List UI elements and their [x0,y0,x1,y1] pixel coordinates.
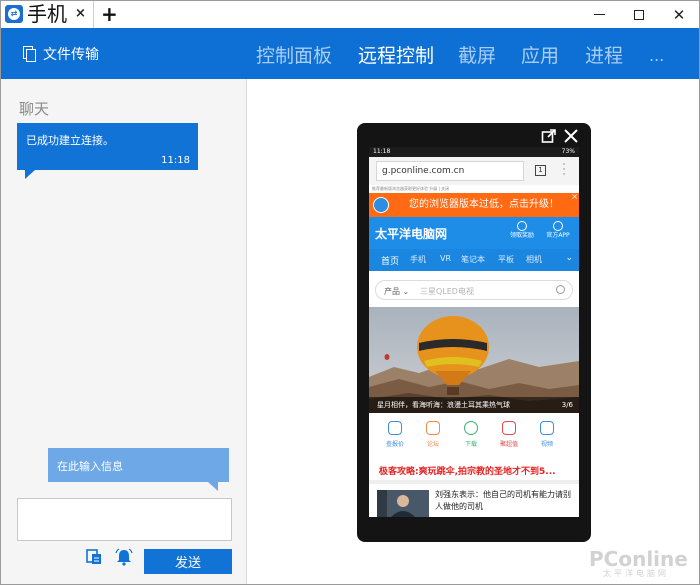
tab-processes[interactable]: 进程 [585,44,623,68]
site-logo[interactable]: 太平洋电脑网 [375,225,447,242]
quick-link-label: 聚超值 [499,441,518,448]
search-icon[interactable] [556,285,565,294]
quick-link-label: 视频 [540,441,553,448]
divider [369,480,579,484]
phone-status-bar: 11:18 73% [369,147,579,157]
browser-menu-icon[interactable]: · · · [562,161,566,180]
new-tab-button[interactable]: + [101,2,118,26]
category-tablet[interactable]: 平板 [498,254,514,265]
send-button[interactable]: 发送 [144,549,232,574]
chevron-down-icon[interactable]: ⌄ [565,253,573,263]
input-hint-bubble: 在此输入信息 [48,448,229,491]
close-window-button[interactable]: ✕ [659,1,699,28]
chat-panel: 聊天 已成功建立连接。 11:18 在此输入信息 发送 [1,79,247,584]
search-kind[interactable]: 产品 ⌄ [384,286,409,297]
hint-tail [208,482,218,491]
quick-link-deals[interactable]: 聚超值 [495,421,523,448]
reward-icon [517,221,527,231]
price-icon [388,421,402,435]
deals-icon [502,421,516,435]
upgrade-notice: 推荐最新版浏览器获取更好体验 升级 | 关闭 [369,185,579,193]
tab-screenshot[interactable]: 截屏 [458,44,496,68]
input-hint-text: 在此输入信息 [57,460,123,473]
status-battery: 73% [561,148,575,155]
category-vr[interactable]: VR [440,254,451,263]
hero-image[interactable]: 星月相伴，看海听海：浪漫土耳其乘热气球 3/6 [369,307,579,413]
chat-notify-icon[interactable] [115,548,133,566]
hero-caption: 星月相伴，看海听海：浪漫土耳其乘热气球 [369,397,579,413]
upgrade-banner-text: 您的浏览器版本过低，点击升级！ [409,199,559,210]
site-category-nav: 首页 手机 VR 笔记本 平板 相机 ⌄ [369,249,579,271]
reward-button[interactable]: 领取奖励 [509,221,535,239]
category-camera[interactable]: 相机 [526,254,542,265]
top-nav: 文件传输 控制面板 远程控制 截屏 应用 进程 ... [1,28,699,79]
reward-label: 领取奖励 [509,232,534,239]
status-time: 11:18 [373,148,391,155]
file-transfer-button[interactable]: 文件传输 [23,41,99,67]
tab-apps[interactable]: 应用 [521,44,559,68]
search-placeholder: 三星QLED电视 [420,287,474,296]
chat-message-time: 11:18 [161,155,190,166]
quick-link-download[interactable]: 下载 [457,421,485,448]
forum-icon [426,421,440,435]
quick-link-label: 论坛 [426,441,439,448]
site-search[interactable]: 产品 ⌄ 三星QLED电视 [375,280,573,300]
quick-link-label: 查报价 [385,441,404,448]
upgrade-banner[interactable]: 您的浏览器版本过低，点击升级！ × [369,193,579,217]
minimize-button[interactable] [579,1,619,28]
globe-icon [373,197,389,213]
banner-close-icon[interactable]: × [571,193,578,201]
watermark: PConline 太平洋电脑网 [589,547,699,579]
quick-link-label: 下载 [464,441,477,448]
minimize-icon [593,14,605,15]
maximize-icon [634,9,644,20]
download-arrow-icon [464,421,478,435]
site-header: 太平洋电脑网 领取奖励 官方APP [369,217,579,249]
news-item[interactable]: 刘强东表示：他自己的司机有能力请别人做他的司机 [369,488,579,517]
quick-links: 查报价 论坛 下载 聚超值 视频 [369,419,579,459]
category-phone[interactable]: 手机 [410,254,426,265]
file-transfer-icon [23,45,37,63]
file-transfer-label: 文件传输 [43,47,99,63]
chat-screenshot-icon[interactable] [85,548,103,566]
chat-message-text: 已成功建立连接。 [26,134,114,147]
news-thumbnail [377,490,429,517]
chat-input[interactable] [17,498,232,541]
headline-link[interactable]: 极客攻略:爽玩跳伞,拍宗教的圣地才不到5... [379,464,556,477]
teamviewer-logo-icon: ⇄ [5,5,23,23]
title-bar: ⇄ 手机 × + ✕ [1,1,699,28]
quick-link-price[interactable]: 查报价 [381,421,409,448]
session-tab[interactable]: ⇄ 手机 × [1,1,94,28]
tab-remote-control[interactable]: 远程控制 [358,44,434,68]
news-title: 刘强东表示：他自己的司机有能力请别人做他的司机 [435,490,571,511]
video-icon [540,421,554,435]
quick-link-forum[interactable]: 论坛 [419,421,447,448]
app-window: ⇄ 手机 × + ✕ 文件传输 控制面板 远程控制 截屏 应用 进程 ... 聊… [0,0,700,585]
category-laptop[interactable]: 笔记本 [461,254,485,265]
quick-link-video[interactable]: 视频 [533,421,561,448]
bubble-tail [25,170,35,179]
download-icon [553,221,563,231]
tab-control-panel[interactable]: 控制面板 [256,44,332,68]
tab-close-icon[interactable]: × [75,5,86,23]
phone-screen[interactable]: 11:18 73% g.pconline.com.cn 1 · · · 推荐最新版浏… [369,147,579,517]
tab-more[interactable]: ... [649,44,664,68]
session-tab-title: 手机 [27,2,67,26]
chat-title: 聊天 [19,100,50,118]
popout-icon[interactable] [541,128,557,144]
maximize-button[interactable] [619,1,659,28]
browser-tab-count[interactable]: 1 [535,165,546,176]
category-home[interactable]: 首页 [381,254,399,267]
phone-frame: 11:18 73% g.pconline.com.cn 1 · · · 推荐最新版浏… [357,123,591,542]
browser-url[interactable]: g.pconline.com.cn [376,161,524,181]
app-download-button[interactable]: 官方APP [545,221,571,239]
close-icon[interactable] [563,128,579,144]
remote-view: 11:18 73% g.pconline.com.cn 1 · · · 推荐最新版浏… [248,79,699,584]
browser-url-bar: g.pconline.com.cn 1 · · · [369,157,579,185]
chat-message: 已成功建立连接。 11:18 [17,123,198,179]
hero-counter: 3/6 [561,401,573,409]
app-download-label: 官方APP [546,232,570,239]
